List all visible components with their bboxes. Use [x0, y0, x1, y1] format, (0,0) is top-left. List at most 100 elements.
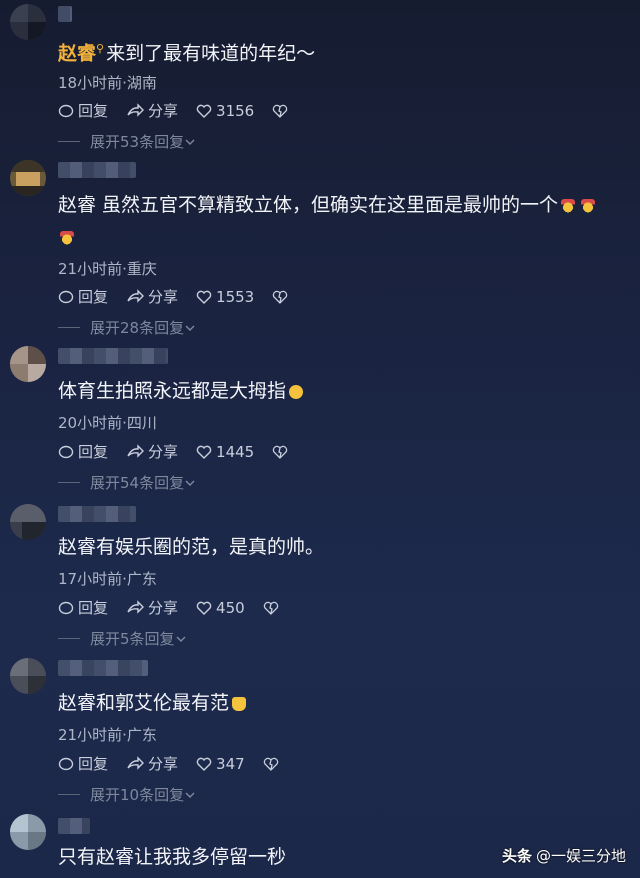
like-count: 1553: [216, 287, 255, 306]
reply-button[interactable]: 回复: [58, 441, 108, 462]
reply-label: 回复: [78, 288, 109, 306]
like-count: 347: [216, 754, 245, 773]
comment-text: 赵睿和郭艾伦最有范: [58, 688, 630, 718]
expand-label: 展开5条回复: [90, 630, 175, 648]
chevron-down-icon: [185, 792, 195, 798]
divider: [58, 482, 80, 483]
comment-body: 赵睿有娱乐圈的范，是真的帅。: [58, 536, 325, 558]
heart-icon: [196, 104, 212, 118]
share-button[interactable]: 分享: [126, 597, 178, 618]
reply-button[interactable]: 回复: [58, 286, 108, 307]
dislike-button[interactable]: [272, 103, 292, 119]
expand-label: 展开10条回复: [90, 786, 185, 804]
username-blurred[interactable]: [58, 348, 168, 364]
share-label: 分享: [148, 755, 179, 773]
expand-label: 展开53条回复: [90, 133, 185, 151]
expand-replies-button[interactable]: 展开5条回复: [58, 628, 187, 649]
chevron-down-icon: [185, 480, 195, 486]
comment-body: 体育生拍照永远都是大拇指: [58, 380, 287, 402]
reply-button[interactable]: 回复: [58, 753, 108, 774]
avatar[interactable]: [10, 4, 46, 40]
reply-button[interactable]: 回复: [58, 597, 108, 618]
avatar[interactable]: [10, 160, 46, 196]
comment-meta: 17小时前·广东: [58, 570, 157, 588]
like-count: 1445: [216, 442, 255, 461]
chevron-down-icon: [185, 325, 195, 331]
share-label: 分享: [148, 102, 179, 120]
username-blurred[interactable]: [58, 660, 148, 676]
heart-icon: [196, 601, 212, 615]
share-label: 分享: [148, 288, 179, 306]
heart-icon: [196, 757, 212, 771]
reply-label: 回复: [78, 599, 109, 617]
divider: [58, 794, 80, 795]
share-icon: [127, 443, 145, 458]
share-button[interactable]: 分享: [126, 286, 178, 307]
share-icon: [127, 755, 145, 770]
expand-label: 展开54条回复: [90, 474, 185, 492]
expand-label: 展开28条回复: [90, 319, 185, 337]
like-button[interactable]: 1553: [196, 288, 254, 306]
comment-body: 只有赵睿让我我多停留一秒: [58, 846, 287, 868]
share-button[interactable]: 分享: [126, 441, 178, 462]
comment-icon: [58, 104, 74, 117]
avatar[interactable]: [10, 814, 46, 850]
expand-replies-button[interactable]: 展开10条回复: [58, 784, 196, 805]
comment-meta: 20小时前·四川: [58, 414, 157, 432]
avatar[interactable]: [10, 346, 46, 382]
comment-body: 来到了最有味道的年纪～: [106, 42, 316, 65]
share-label: 分享: [148, 599, 179, 617]
chevron-down-icon: [185, 139, 195, 145]
dislike-button[interactable]: [263, 756, 283, 772]
username-blurred[interactable]: [58, 818, 90, 834]
share-label: 分享: [148, 443, 179, 461]
comment-text: 体育生拍照永远都是大拇指: [58, 376, 630, 406]
avatar[interactable]: [10, 504, 46, 540]
share-icon: [127, 288, 145, 303]
heart-icon: [196, 445, 212, 459]
dislike-icon: [263, 601, 278, 615]
like-button[interactable]: 1445: [196, 443, 254, 461]
search-icon[interactable]: ⚲: [96, 42, 104, 55]
dislike-button[interactable]: [272, 444, 292, 460]
comment-actions: 回复 分享 450: [58, 597, 301, 618]
dislike-button[interactable]: [272, 289, 292, 305]
comment-icon: [58, 757, 74, 770]
divider: [58, 141, 80, 142]
reply-label: 回复: [78, 443, 109, 461]
comment-meta: 21小时前·广东: [58, 726, 157, 744]
dislike-icon: [273, 445, 288, 459]
medal-emoji-icon: [60, 230, 74, 245]
expand-replies-button[interactable]: 展开54条回复: [58, 472, 196, 493]
author-link[interactable]: 赵睿: [58, 42, 96, 64]
like-count: 3156: [216, 101, 255, 120]
watermark-handle: @一娱三分地: [535, 847, 626, 865]
heart-icon: [196, 290, 212, 304]
dislike-icon: [263, 757, 278, 771]
dislike-button[interactable]: [263, 600, 283, 616]
like-button[interactable]: 450: [196, 599, 245, 617]
like-button[interactable]: 347: [196, 755, 245, 773]
comment-text: 赵睿有娱乐圈的范，是真的帅。: [58, 532, 630, 562]
reply-button[interactable]: 回复: [58, 100, 108, 121]
avatar[interactable]: [10, 658, 46, 694]
comment-body: 赵睿 虽然五官不算精致立体，但确实在这里面是最帅的一个: [58, 194, 559, 216]
username-blurred[interactable]: [58, 506, 136, 522]
thumbs-up-emoji-icon: [232, 696, 247, 711]
reply-label: 回复: [78, 102, 109, 120]
comment-body: 赵睿和郭艾伦最有范: [58, 692, 230, 714]
like-button[interactable]: 3156: [196, 102, 254, 120]
expand-replies-button[interactable]: 展开53条回复: [58, 131, 196, 152]
comment-actions: 回复 分享 1445: [58, 441, 310, 462]
watermark: 头条 @一娱三分地: [502, 845, 626, 866]
share-icon: [127, 599, 145, 614]
comment-text: 赵睿 虽然五官不算精致立体，但确实在这里面是最帅的一个: [58, 190, 630, 220]
comment-icon: [58, 290, 74, 303]
reply-label: 回复: [78, 755, 109, 773]
comment-actions: 回复 分享 1553: [58, 286, 310, 307]
username-blurred[interactable]: [58, 162, 136, 178]
share-button[interactable]: 分享: [126, 753, 178, 774]
expand-replies-button[interactable]: 展开28条回复: [58, 317, 196, 338]
share-button[interactable]: 分享: [126, 100, 178, 121]
username-blurred[interactable]: [58, 6, 72, 22]
